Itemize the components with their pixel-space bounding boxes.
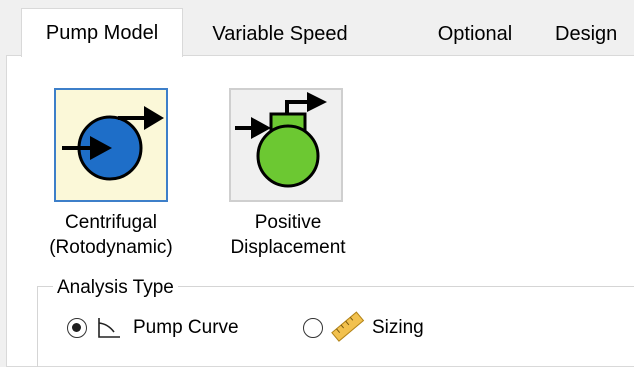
tab-pump-model-label: Pump Model <box>45 22 159 44</box>
centrifugal-caption: Centrifugal (Rotodynamic) <box>26 210 196 260</box>
tab-optional[interactable]: Optional <box>420 14 530 54</box>
pump-curve-icon <box>98 318 120 338</box>
centrifugal-pump-tile[interactable] <box>54 88 168 202</box>
tab-strip: Pump Model Variable Speed Optional Desig… <box>0 0 634 57</box>
sizing-label[interactable]: Sizing <box>372 316 424 340</box>
tab-design-label: Design <box>555 23 618 45</box>
positive-displacement-caption-line1: Positive <box>254 212 322 233</box>
tab-variable-speed-label: Variable Speed <box>212 23 348 45</box>
positive-displacement-caption: Positive Displacement <box>203 210 373 260</box>
pump-curve-label[interactable]: Pump Curve <box>133 316 239 340</box>
sizing-radio[interactable] <box>303 318 323 338</box>
centrifugal-caption-line1: Centrifugal <box>65 212 157 233</box>
positive-displacement-pump-icon <box>235 92 327 188</box>
analysis-type-title: Analysis Type <box>53 276 178 300</box>
radio-selected-dot <box>72 323 81 332</box>
centrifugal-pump-icon <box>62 106 164 181</box>
positive-displacement-pump-tile[interactable] <box>229 88 343 202</box>
pump-curve-radio[interactable] <box>67 318 87 338</box>
tab-variable-speed[interactable]: Variable Speed <box>190 14 370 54</box>
ruler-icon <box>331 311 365 342</box>
positive-displacement-caption-line2: Displacement <box>230 237 346 258</box>
tab-design[interactable]: Design <box>555 14 634 54</box>
tab-optional-label: Optional <box>437 23 513 45</box>
tab-pump-model[interactable]: Pump Model <box>21 8 183 57</box>
centrifugal-caption-line2: (Rotodynamic) <box>49 237 173 258</box>
